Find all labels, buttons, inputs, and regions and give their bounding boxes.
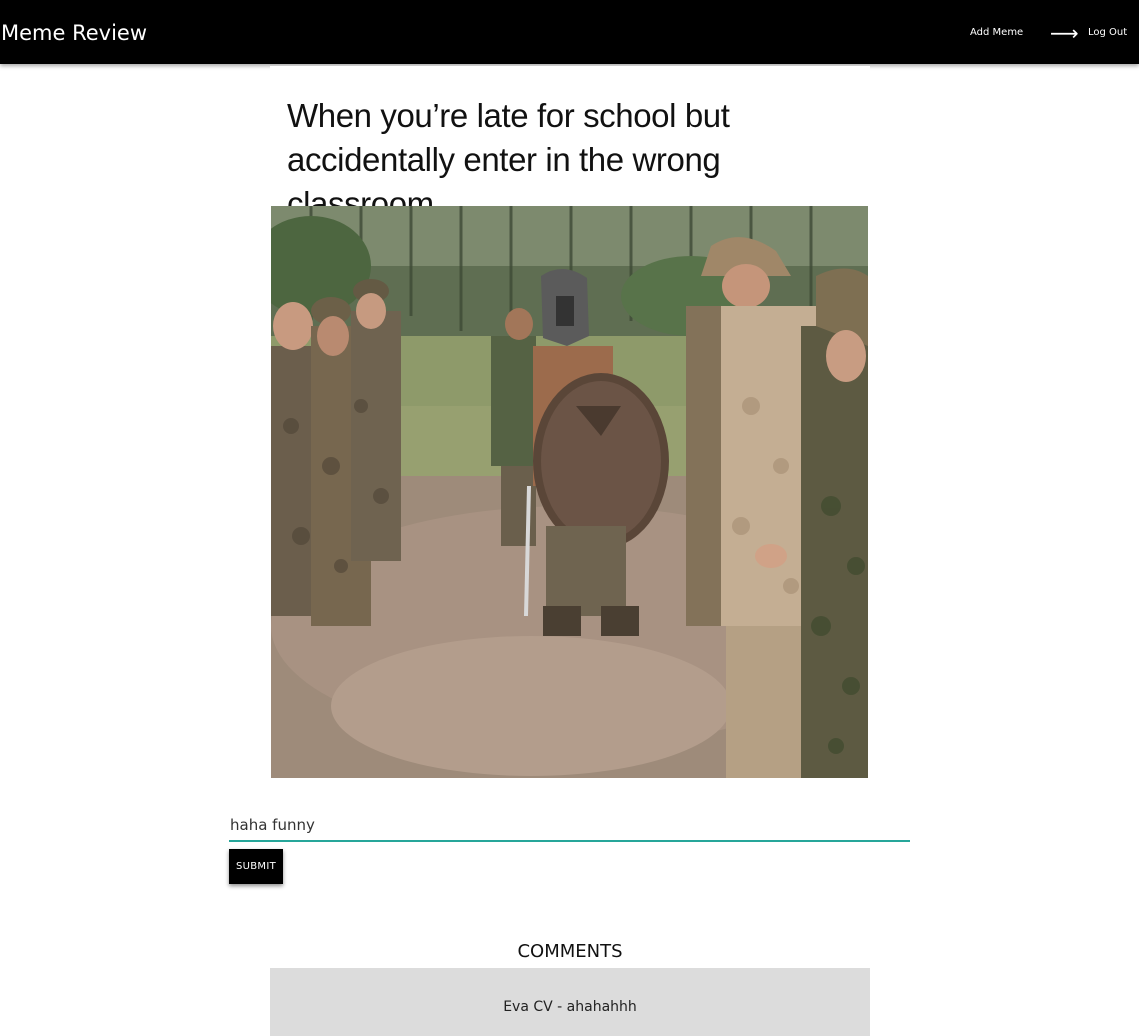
add-meme-link[interactable]: Add Meme — [970, 26, 1023, 40]
navbar: Meme Review Add Meme ⟶ Log Out — [0, 0, 1139, 64]
logout-link[interactable]: Log Out — [1088, 26, 1127, 40]
comment-text: Eva CV - ahahahhh — [503, 999, 637, 1015]
arrow-right-icon[interactable]: ⟶ — [1050, 23, 1079, 43]
comment-field-wrapper — [229, 812, 911, 842]
submit-button[interactable]: SUBMIT — [229, 849, 283, 884]
comments-heading: COMMENTS — [517, 941, 623, 962]
brand-title[interactable]: Meme Review — [1, 19, 147, 47]
meme-photo — [271, 206, 868, 778]
comment-list-item: Eva CV - ahahahhh — [270, 968, 870, 1036]
meme-card: When you’re late for school but accident… — [270, 66, 870, 780]
comment-input[interactable] — [229, 812, 911, 838]
